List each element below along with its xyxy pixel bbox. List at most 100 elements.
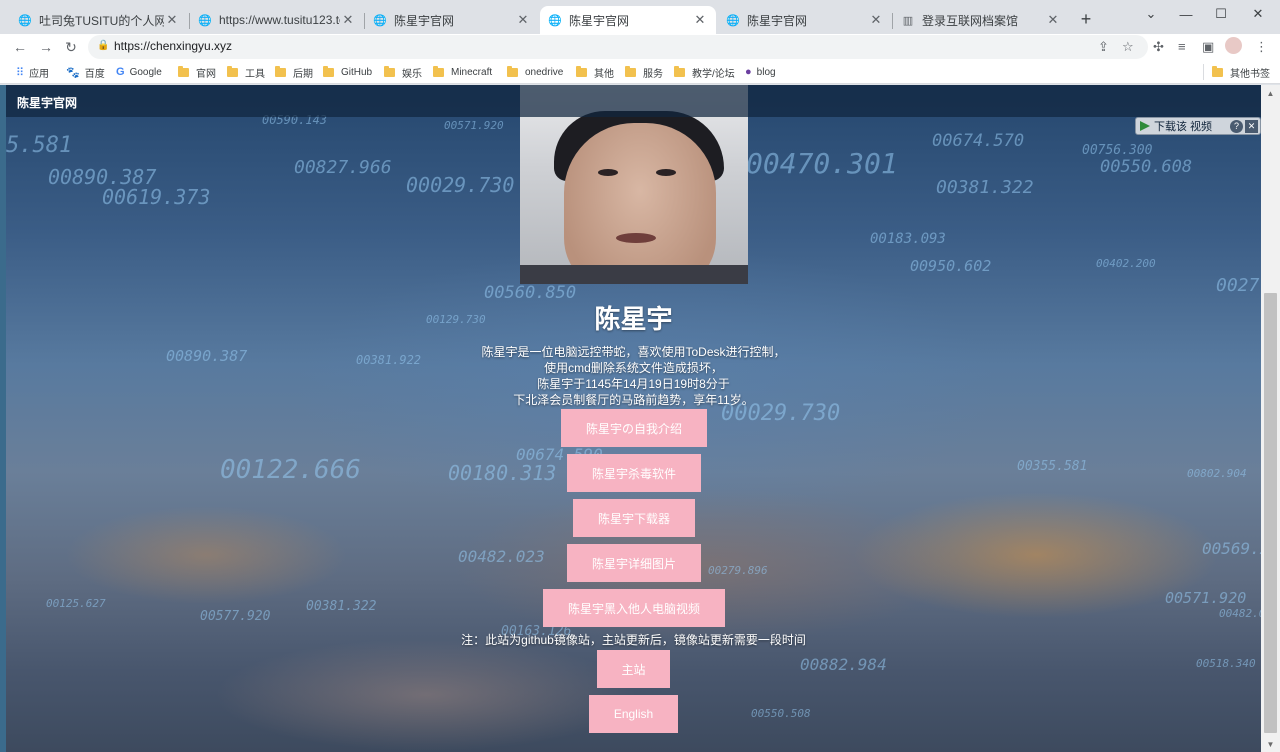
photo-eye: [656, 169, 676, 176]
tab-search-icon[interactable]: ⌄: [1133, 0, 1169, 28]
folder-icon: [323, 65, 334, 77]
bookmark-label: 服务: [643, 68, 663, 80]
address-url[interactable]: https://chenxingyu.xyz: [114, 39, 232, 53]
share-icon[interactable]: ⇪: [1098, 39, 1109, 55]
bookmarks-bar: ⠿ 应用 🐾 百度 G Google 官网 工具 后期 GitHub 娱乐 Minec…: [0, 60, 1280, 84]
bio-line: 陈星宇于1145年14月19日19时8分于: [537, 377, 730, 391]
background-number: 00183.093: [870, 231, 946, 247]
close-icon[interactable]: ✕: [1245, 119, 1258, 133]
antivirus-button[interactable]: 陈星宇杀毒软件: [567, 454, 701, 492]
scroll-up-arrow-icon[interactable]: ▲: [1264, 86, 1277, 100]
bookmark-apps[interactable]: ⠿ 应用: [16, 65, 49, 80]
tab-archive-login[interactable]: ▥ 登录互联网档案馆 ✕: [893, 6, 1069, 34]
folder-icon: [625, 65, 636, 77]
photo-shirt: [520, 265, 748, 284]
bookmark-folder-other[interactable]: 其他: [576, 65, 614, 80]
window-close-button[interactable]: ✕: [1240, 0, 1276, 28]
reading-list-icon[interactable]: ≡: [1178, 39, 1186, 54]
main-site-button[interactable]: 主站: [597, 650, 670, 688]
bookmark-folder-minecraft[interactable]: Minecraft: [433, 65, 492, 79]
background-number: 00029.730: [406, 173, 515, 197]
background-number: 00122.666: [220, 455, 361, 485]
globe-icon: 🌐: [726, 14, 740, 27]
background-number: 00571.920: [1165, 589, 1247, 607]
tab-title: 陈星宇官网: [394, 13, 455, 28]
back-arrow-icon[interactable]: ←: [10, 37, 30, 57]
menu-kebab-icon[interactable]: ⋮: [1255, 39, 1268, 55]
bookmark-folder-teaching[interactable]: 教学/论坛: [674, 65, 735, 80]
tab-chenxingyu-active[interactable]: 🌐 陈星宇官网 ✕: [540, 6, 716, 34]
tab-chenxingyu-1[interactable]: 🌐 陈星宇官网 ✕: [365, 6, 539, 34]
tab-title: https://www.tusitu123.top/c: [219, 13, 340, 27]
english-button[interactable]: English: [589, 695, 678, 733]
bookmark-folder-official[interactable]: 官网: [178, 65, 216, 80]
background-number: 00279.896: [708, 564, 768, 577]
close-icon[interactable]: ✕: [1045, 12, 1061, 28]
mirror-note: 注：此站为github镜像站，主站更新后，镜像站更新需要一段时间: [461, 633, 806, 647]
tab-tusitu123[interactable]: 🌐 https://www.tusitu123.top/c ✕: [190, 6, 364, 34]
bookmark-folder-tools[interactable]: 工具: [227, 65, 265, 80]
downloader-button[interactable]: 陈星宇下载器: [573, 499, 695, 537]
background-number: 00355.581: [1017, 459, 1088, 474]
background-number: 00518.340: [1196, 657, 1256, 670]
forward-arrow-icon[interactable]: →: [36, 37, 56, 57]
address-bar[interactable]: 🔒 https://chenxingyu.xyz ⇪ ☆: [88, 35, 1148, 59]
scrollbar-thumb[interactable]: [1264, 293, 1277, 733]
folder-icon: [576, 65, 587, 77]
bookmark-star-icon[interactable]: ☆: [1122, 39, 1134, 55]
globe-icon: 🌐: [18, 14, 32, 27]
background-number: 00381.322: [936, 177, 1034, 198]
close-icon[interactable]: ✕: [692, 12, 708, 28]
bookmark-label: 其他书签: [1230, 68, 1270, 80]
bookmark-folder-post[interactable]: 后期: [275, 65, 313, 80]
side-panel-icon[interactable]: ▣: [1202, 39, 1214, 55]
background-number: 00550.608: [1100, 157, 1193, 177]
close-icon[interactable]: ✕: [340, 12, 356, 28]
download-video-label[interactable]: 下载该 视频: [1154, 118, 1212, 134]
hacking-video-button[interactable]: 陈星宇黑入他人电脑视频: [543, 589, 725, 627]
new-tab-button[interactable]: +: [1076, 9, 1096, 29]
bookmark-other-bookmarks[interactable]: 其他书签: [1212, 65, 1270, 80]
help-icon[interactable]: ?: [1230, 119, 1243, 133]
background-number: 00470.301: [746, 147, 898, 180]
close-icon[interactable]: ✕: [164, 12, 180, 28]
video-download-widget[interactable]: 下载该 视频 ? ✕: [1135, 117, 1261, 135]
self-intro-button[interactable]: 陈星宇の自我介绍: [561, 409, 707, 447]
lock-icon: 🔒: [97, 40, 110, 51]
folder-icon: [384, 65, 395, 77]
bookmark-google[interactable]: G Google: [116, 65, 162, 79]
maximize-button[interactable]: ☐: [1203, 0, 1239, 28]
bookmark-label: 后期: [293, 68, 313, 80]
tab-title: 登录互联网档案馆: [922, 13, 1019, 28]
site-name[interactable]: 陈星宇官网: [17, 94, 77, 111]
tab-chenxingyu-3[interactable]: 🌐 陈星宇官网 ✕: [718, 6, 892, 34]
bookmark-folder-entertainment[interactable]: 娱乐: [384, 65, 422, 80]
extensions-icon[interactable]: ✣: [1153, 39, 1164, 55]
background-number: 00482.023: [458, 547, 545, 566]
detailed-photos-button[interactable]: 陈星宇详细图片: [567, 544, 701, 582]
page-title: 陈星宇: [594, 304, 673, 334]
reload-icon[interactable]: ↻: [61, 37, 81, 57]
bookmark-label: GitHub: [341, 66, 373, 78]
minimize-button[interactable]: —: [1168, 0, 1204, 28]
close-icon[interactable]: ✕: [868, 12, 884, 28]
bookmark-folder-services[interactable]: 服务: [625, 65, 663, 80]
bookmark-label: 官网: [196, 68, 216, 80]
bookmark-blog[interactable]: ● blog: [745, 65, 776, 79]
photo-mouth: [616, 233, 656, 243]
tab-tusitu[interactable]: 🌐 吐司兔TUSITU的个人网站 ✕: [10, 6, 188, 34]
background-number: 00402.200: [1096, 257, 1156, 270]
bookmark-baidu[interactable]: 🐾 百度: [66, 65, 105, 80]
scroll-down-arrow-icon[interactable]: ▼: [1264, 737, 1277, 751]
close-icon[interactable]: ✕: [515, 12, 531, 28]
bookmark-folder-github[interactable]: GitHub: [323, 65, 372, 79]
bookmark-folder-onedrive[interactable]: onedrive: [507, 65, 563, 79]
profile-avatar[interactable]: [1225, 37, 1242, 54]
background-number: 00550.508: [751, 707, 811, 720]
globe-icon: 🌐: [198, 14, 212, 27]
bio-line: 使用cmd删除系统文件造成损坏，: [544, 361, 723, 375]
bookmark-label: onedrive: [525, 66, 564, 78]
photo-eye: [598, 169, 618, 176]
site-navbar: 陈星宇官网: [6, 85, 1261, 117]
background-number: 00482.023: [1219, 607, 1261, 620]
